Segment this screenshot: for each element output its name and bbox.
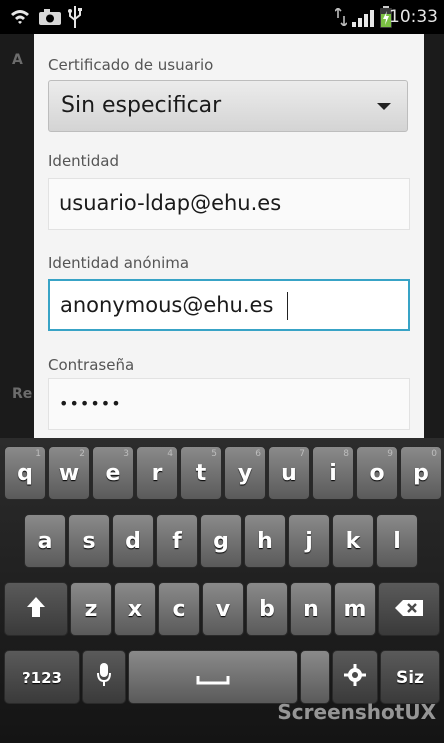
key-t[interactable]: t5 (180, 446, 222, 500)
settings-key[interactable] (332, 650, 378, 704)
password-field[interactable] (59, 388, 389, 418)
key-g[interactable]: g (200, 514, 242, 568)
identity-label: Identidad (48, 152, 119, 170)
identity-field[interactable] (59, 188, 389, 218)
eap-settings-dialog: Certificado de usuario Sin especificar I… (34, 34, 424, 438)
identity-field-box (48, 178, 410, 230)
symbols-key[interactable]: ?123 (4, 650, 80, 704)
key-hint: 6 (255, 449, 261, 459)
anon-identity-label: Identidad anónima (48, 254, 190, 272)
key-hint: 8 (343, 449, 349, 459)
key-hint: 5 (211, 449, 217, 459)
key-k[interactable]: k (332, 514, 374, 568)
key-hint: 0 (431, 449, 437, 459)
soft-keyboard: q1 w2 e3 r4 t5 y6 u7 i8 o9 p0 a s d f g … (0, 438, 444, 743)
anon-identity-field-box (48, 279, 410, 331)
period-key[interactable] (300, 650, 330, 704)
usb-icon (68, 6, 82, 32)
space-bar-icon (196, 666, 230, 691)
key-hint: 1 (35, 449, 41, 459)
key-s[interactable]: s (68, 514, 110, 568)
key-a[interactable]: a (24, 514, 66, 568)
key-hint: 2 (79, 449, 85, 459)
key-r[interactable]: r4 (136, 446, 178, 500)
key-hint: 7 (299, 449, 305, 459)
user-certificate-spinner[interactable]: Sin especificar (48, 80, 408, 132)
watermark: ScreenshotUX (277, 700, 436, 724)
key-j[interactable]: j (288, 514, 330, 568)
background-edge-right (424, 34, 444, 438)
key-m[interactable]: m (334, 582, 376, 636)
key-hint: 4 (167, 449, 173, 459)
key-i[interactable]: i8 (312, 446, 354, 500)
key-v[interactable]: v (202, 582, 244, 636)
key-hint: 3 (123, 449, 129, 459)
signal-icon (352, 9, 374, 31)
backspace-icon (394, 598, 424, 623)
key-q[interactable]: q1 (4, 446, 46, 500)
text-caret (287, 292, 288, 320)
camera-icon (38, 9, 62, 29)
key-h[interactable]: h (244, 514, 286, 568)
status-bar: 10:33 (0, 0, 444, 34)
key-c[interactable]: c (158, 582, 200, 636)
key-e[interactable]: e3 (92, 446, 134, 500)
shift-key[interactable] (4, 582, 68, 636)
cert-selected-value: Sin especificar (61, 93, 222, 118)
shift-arrow-icon (26, 596, 46, 624)
voice-input-key[interactable] (82, 650, 126, 704)
key-p[interactable]: p0 (400, 446, 442, 500)
key-n[interactable]: n (290, 582, 332, 636)
backspace-key[interactable] (378, 582, 440, 636)
password-label: Contraseña (48, 356, 135, 374)
key-o[interactable]: o9 (356, 446, 398, 500)
dropdown-arrow-icon (377, 103, 391, 110)
wifi-icon (10, 8, 30, 28)
data-icon (334, 6, 348, 30)
background-text-fragment: Re (12, 386, 33, 402)
key-y[interactable]: y6 (224, 446, 266, 500)
key-w[interactable]: w2 (48, 446, 90, 500)
space-key[interactable] (128, 650, 298, 704)
next-key[interactable]: Siz (380, 650, 440, 704)
key-z[interactable]: z (70, 582, 112, 636)
gear-icon (344, 664, 366, 692)
key-l[interactable]: l (376, 514, 418, 568)
password-field-box (48, 378, 410, 430)
key-x[interactable]: x (114, 582, 156, 636)
key-b[interactable]: b (246, 582, 288, 636)
key-f[interactable]: f (156, 514, 198, 568)
clock: 10:33 (389, 7, 438, 27)
microphone-icon (97, 663, 111, 693)
key-d[interactable]: d (112, 514, 154, 568)
key-hint: 9 (387, 449, 393, 459)
background-edge-left (0, 34, 34, 438)
anon-identity-field[interactable] (60, 290, 390, 320)
background-text-fragment: A (12, 52, 23, 68)
key-u[interactable]: u7 (268, 446, 310, 500)
cert-label: Certificado de usuario (48, 56, 214, 74)
